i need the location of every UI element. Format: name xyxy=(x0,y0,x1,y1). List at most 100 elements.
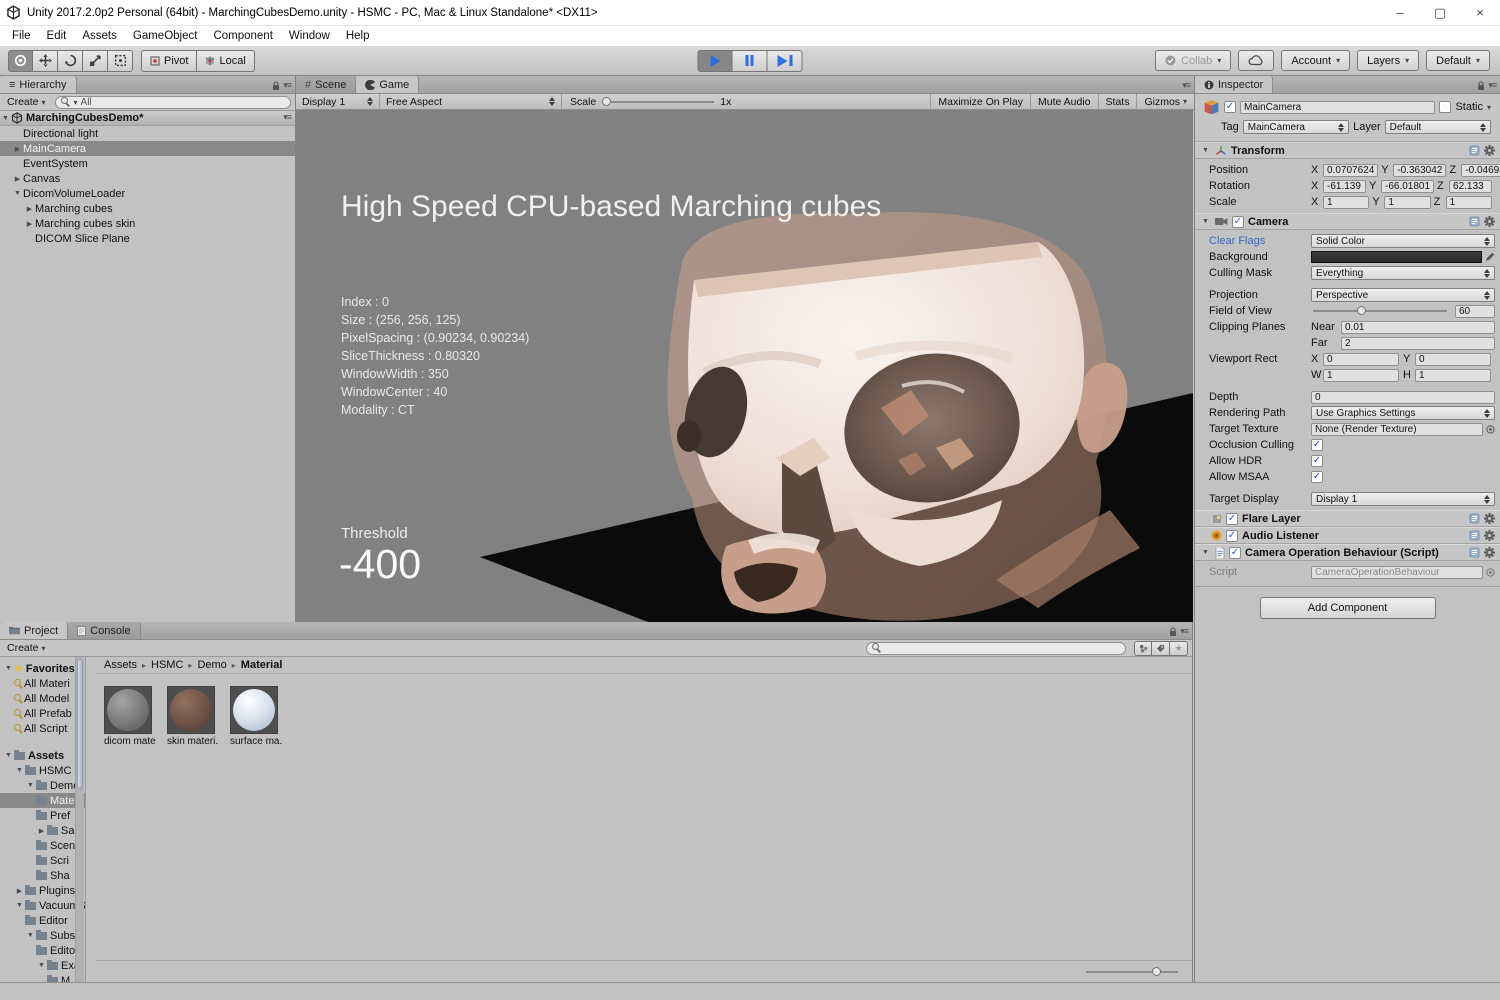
position-x-field[interactable]: 0.0707624 xyxy=(1323,164,1378,177)
favorites-root[interactable]: ▼★Favorites xyxy=(0,661,85,676)
fov-field[interactable]: 60 xyxy=(1455,305,1495,318)
breadcrumb-demo[interactable]: Demo xyxy=(197,659,226,671)
gear-icon[interactable] xyxy=(1484,216,1495,227)
script-enabled-checkbox[interactable]: ✓ xyxy=(1229,547,1241,559)
display-dropdown[interactable]: Display 1 xyxy=(296,94,380,110)
gameobject-name-field[interactable]: MainCamera xyxy=(1240,101,1435,114)
asset-surface-material[interactable]: surface ma... xyxy=(230,686,282,747)
breadcrumb-hsmc[interactable]: HSMC xyxy=(151,659,183,671)
allow-hdr-checkbox[interactable]: ✓ xyxy=(1311,455,1323,467)
layout-dropdown[interactable]: Default▾ xyxy=(1426,50,1490,71)
hierarchy-item-marching-cubes-skin[interactable]: ▶Marching cubes skin xyxy=(0,216,295,231)
move-tool-button[interactable] xyxy=(33,50,58,72)
tree-item-subsurface[interactable]: ▼Subsu xyxy=(0,928,85,943)
panel-menu-icon[interactable]: ▾≡ xyxy=(1488,80,1496,91)
help-book-icon[interactable] xyxy=(1469,513,1480,524)
search-by-label-button[interactable] xyxy=(1152,641,1170,656)
viewport-x-field[interactable]: 0 xyxy=(1323,353,1399,366)
tree-item-m[interactable]: M xyxy=(0,973,85,982)
hierarchy-item-eventsystem[interactable]: EventSystem xyxy=(0,156,295,171)
help-book-icon[interactable] xyxy=(1469,145,1480,156)
pivot-toggle-button[interactable]: Pivot xyxy=(141,50,197,72)
tree-item-assets[interactable]: ▼Assets xyxy=(0,748,85,763)
local-toggle-button[interactable]: Local xyxy=(197,50,254,72)
scale-z-field[interactable]: 1 xyxy=(1446,196,1492,209)
hierarchy-create-button[interactable]: Create▾ xyxy=(4,96,49,108)
projection-dropdown[interactable]: Perspective xyxy=(1311,288,1495,302)
hierarchy-search-input[interactable]: ▾All xyxy=(55,96,291,109)
fov-slider-thumb[interactable] xyxy=(1357,306,1366,315)
play-button[interactable] xyxy=(698,50,733,72)
breadcrumb-material[interactable]: Material xyxy=(241,659,283,671)
asset-skin-material[interactable]: skin materi... xyxy=(167,686,219,747)
camera-header[interactable]: ▼ ✓ Camera xyxy=(1195,213,1500,230)
tree-item-material[interactable]: Mate xyxy=(0,793,85,808)
camera-enabled-checkbox[interactable]: ✓ xyxy=(1232,216,1244,228)
static-dropdown-icon[interactable]: ▾ xyxy=(1487,103,1491,112)
step-button[interactable] xyxy=(768,50,803,72)
layers-dropdown[interactable]: Layers▾ xyxy=(1357,50,1419,71)
tab-project[interactable]: Project xyxy=(0,622,68,639)
tree-item-plugins[interactable]: ▶Plugins xyxy=(0,883,85,898)
tab-scene[interactable]: # Scene xyxy=(296,76,356,93)
tree-item-prefab[interactable]: Pref xyxy=(0,808,85,823)
hierarchy-scene-row[interactable]: ▼ MarchingCubesDemo* ▾≡ xyxy=(0,111,295,126)
gear-icon[interactable] xyxy=(1484,530,1495,541)
hierarchy-item-directional-light[interactable]: Directional light xyxy=(0,126,295,141)
add-component-button[interactable]: Add Component xyxy=(1260,597,1436,619)
rotation-x-field[interactable]: -61.139 xyxy=(1323,180,1366,193)
tree-item-example[interactable]: ▼Exa xyxy=(0,958,85,973)
target-display-dropdown[interactable]: Display 1 xyxy=(1311,492,1495,506)
project-tree-scrollbar[interactable] xyxy=(75,657,84,982)
rotate-tool-button[interactable] xyxy=(58,50,83,72)
lock-icon[interactable] xyxy=(1477,81,1485,91)
tab-game[interactable]: Game xyxy=(356,76,419,93)
menu-assets[interactable]: Assets xyxy=(74,30,125,42)
tab-inspector[interactable]: Inspector xyxy=(1195,76,1273,93)
position-z-field[interactable]: -0.046912 xyxy=(1461,164,1500,177)
pause-button[interactable] xyxy=(733,50,768,72)
menu-help[interactable]: Help xyxy=(338,30,378,42)
maximize-button[interactable]: ▢ xyxy=(1420,0,1460,26)
scale-x-field[interactable]: 1 xyxy=(1323,196,1369,209)
close-button[interactable]: × xyxy=(1460,0,1500,26)
rect-tool-button[interactable] xyxy=(108,50,133,72)
scale-y-field[interactable]: 1 xyxy=(1384,196,1430,209)
project-search-input[interactable] xyxy=(866,642,1126,655)
favorite-all-scripts[interactable]: All Script xyxy=(0,721,85,736)
rendering-path-dropdown[interactable]: Use Graphics Settings xyxy=(1311,406,1495,420)
menu-file[interactable]: File xyxy=(4,30,39,42)
project-create-button[interactable]: Create▾ xyxy=(4,642,49,654)
panel-menu-icon[interactable]: ▾≡ xyxy=(283,80,291,91)
static-checkbox[interactable]: ✓ xyxy=(1439,101,1451,113)
lock-icon[interactable] xyxy=(1169,627,1177,637)
tag-dropdown[interactable]: MainCamera xyxy=(1243,120,1349,134)
far-field[interactable]: 2 xyxy=(1341,337,1495,350)
maximize-on-play-button[interactable]: Maximize On Play xyxy=(930,94,1030,110)
script-component-header[interactable]: ▼ ✓ Camera Operation Behaviour (Script) xyxy=(1195,544,1500,561)
eyedropper-icon[interactable] xyxy=(1485,252,1495,262)
game-viewport[interactable]: High Speed CPU-based Marching cubes Inde… xyxy=(296,110,1193,622)
audio-enabled-checkbox[interactable]: ✓ xyxy=(1226,530,1238,542)
account-dropdown[interactable]: Account▾ xyxy=(1281,50,1350,71)
scrollbar-thumb[interactable] xyxy=(77,659,83,789)
target-texture-field[interactable]: None (Render Texture) xyxy=(1311,423,1483,436)
tree-item-sample[interactable]: ▶Sam xyxy=(0,823,85,838)
object-picker-icon[interactable] xyxy=(1486,568,1495,577)
hierarchy-item-dicom-slice-plane[interactable]: DICOM Slice Plane xyxy=(0,231,295,246)
depth-field[interactable]: 0 xyxy=(1311,391,1495,404)
tree-item-vacuums[interactable]: ▼VacuumS xyxy=(0,898,85,913)
thumbnail-size-slider[interactable] xyxy=(1086,971,1178,973)
hand-tool-button[interactable] xyxy=(8,50,33,72)
occlusion-culling-checkbox[interactable]: ✓ xyxy=(1311,439,1323,451)
rotation-z-field[interactable]: 62.133 xyxy=(1449,180,1492,193)
panel-menu-icon[interactable]: ▾≡ xyxy=(1180,626,1188,637)
favorite-all-materials[interactable]: All Materi xyxy=(0,676,85,691)
transform-header[interactable]: ▼ Transform xyxy=(1195,142,1500,159)
menu-gameobject[interactable]: GameObject xyxy=(125,30,206,42)
thumbnail-size-slider-thumb[interactable] xyxy=(1152,967,1161,976)
clear-flags-dropdown[interactable]: Solid Color xyxy=(1311,234,1495,248)
collab-button[interactable]: Collab▾ xyxy=(1155,50,1231,71)
culling-mask-dropdown[interactable]: Everything xyxy=(1311,266,1495,280)
cloud-button[interactable] xyxy=(1238,50,1274,71)
